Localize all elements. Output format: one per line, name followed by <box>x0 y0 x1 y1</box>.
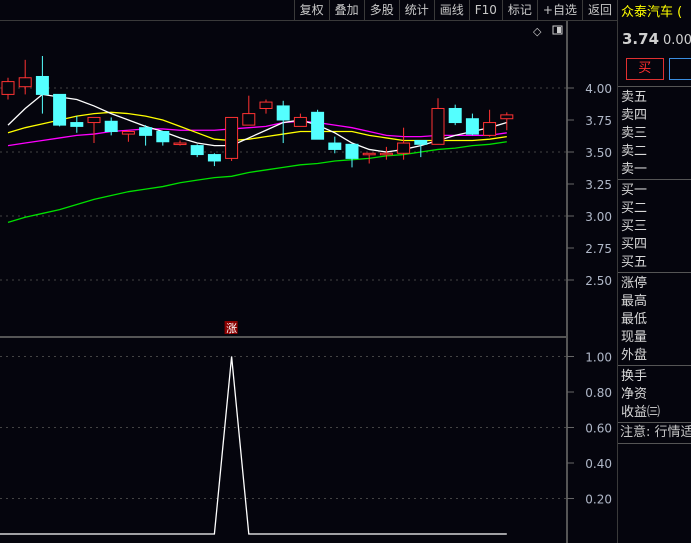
trade-buttons: 买 <box>618 54 691 86</box>
orderbook-label: 买五 <box>621 255 648 270</box>
signal-line <box>0 356 507 535</box>
orderbook-label: 买二 <box>621 201 648 216</box>
toolbar-button[interactable]: 叠加 <box>328 0 364 20</box>
toolbar-button[interactable]: 画线 <box>433 0 469 20</box>
candle-up <box>242 113 256 126</box>
quote-panel: 众泰汽车 ( 3.74 0.00 买 卖五 卖四 卖三 卖二 卖一 买一 买二 买三 买四 买五 … <box>617 0 691 543</box>
orderbook-label: 净资 <box>621 387 648 402</box>
y-tick-label: 1.00 <box>585 351 612 365</box>
y-tick-label: 3.75 <box>585 114 612 128</box>
orderbook-label: 卖一 <box>621 162 648 177</box>
candle-down <box>465 118 479 135</box>
candle-down <box>311 111 325 140</box>
stats-block-1: 涨停最高最低现量外盘 <box>618 272 691 365</box>
candle-down <box>156 131 170 143</box>
toolbar-button[interactable]: 返回 <box>581 0 617 20</box>
candle-down <box>345 143 359 159</box>
candle-down <box>414 139 428 145</box>
candle-down <box>104 120 118 133</box>
candle-down <box>276 105 290 121</box>
toolbar-button[interactable]: +自选 <box>536 0 582 20</box>
orderbook-label: 卖二 <box>621 144 648 159</box>
price-change: 0.00 <box>663 33 691 48</box>
orderbook-label: 卖三 <box>621 126 648 141</box>
candle-up <box>500 114 514 120</box>
y-tick-label: 0.60 <box>585 422 612 436</box>
candle-up <box>362 152 376 156</box>
y-tick-label: 2.50 <box>585 274 612 288</box>
candle-up <box>483 122 497 136</box>
notice-text: 注意: 行情适 <box>618 422 691 444</box>
y-tick-label: 0.20 <box>585 493 612 507</box>
buy-levels: 买一买二买三买四买五 <box>618 179 691 272</box>
kline-chart[interactable]: 4.00 3.75 3.50 3.25 3.00 2.75 2.50 1.00 0.80 0.60… <box>0 0 617 543</box>
orderbook-label: 买一 <box>621 183 648 198</box>
orderbook-label: 涨停 <box>621 276 648 291</box>
candle-down <box>207 154 221 162</box>
toolbar-button[interactable]: 复权 <box>293 0 329 20</box>
candle-up <box>1 81 15 95</box>
candle-down <box>53 93 67 126</box>
y-tick-label: 0.40 <box>585 457 612 471</box>
candle-up <box>293 116 307 127</box>
candle-down <box>328 142 342 150</box>
orderbook-label: 最高 <box>621 294 648 309</box>
stock-name[interactable]: 众泰汽车 ( <box>618 0 691 26</box>
candle-down <box>70 122 84 127</box>
y-tick-label: 2.75 <box>585 242 612 256</box>
candle-down <box>139 127 153 136</box>
candle-up <box>87 116 101 124</box>
toolbar-button[interactable]: 统计 <box>398 0 434 20</box>
y-tick-label: 3.00 <box>585 210 612 224</box>
sell-levels: 卖五卖四卖三卖二卖一 <box>618 86 691 179</box>
orderbook-label: 换手 <box>621 369 648 384</box>
y-tick-label: 0.80 <box>585 386 612 400</box>
candle-down <box>190 145 204 156</box>
y-tick-label: 3.25 <box>585 178 612 192</box>
y-tick-label: 4.00 <box>585 82 612 96</box>
orderbook-label: 卖四 <box>621 108 648 123</box>
toolbar-button[interactable]: 多股 <box>363 0 399 20</box>
orderbook-label: 收益㈢ <box>621 405 661 420</box>
candle-up <box>225 116 239 159</box>
toolbar-button[interactable]: F10 <box>468 0 502 20</box>
last-price: 3.74 <box>622 30 660 48</box>
stats-block-2: 换手 净资 收益㈢ <box>618 365 691 422</box>
orderbook-label: 买四 <box>621 237 648 252</box>
y-tick-label: 3.50 <box>585 146 612 160</box>
candle-up <box>121 131 135 135</box>
orderbook-label: 现量 <box>621 330 648 345</box>
buy-button[interactable]: 买 <box>626 58 664 80</box>
candle-down <box>35 75 49 95</box>
candle-up <box>173 142 187 146</box>
orderbook-label: 最低 <box>621 312 648 327</box>
candle-up <box>259 101 273 109</box>
toolbar-button[interactable]: 标记 <box>501 0 537 20</box>
sell-button[interactable] <box>668 58 691 80</box>
candle-down <box>448 107 462 124</box>
candle-up <box>397 142 411 154</box>
candle-up <box>379 152 393 156</box>
price-row: 3.74 0.00 <box>618 26 691 54</box>
orderbook-label: 卖五 <box>621 90 648 105</box>
candle-up <box>18 77 32 88</box>
limit-up-marker-label: 涨 <box>226 322 237 335</box>
candle-up <box>431 107 445 145</box>
orderbook-label: 买三 <box>621 219 648 234</box>
orderbook-label: 外盘 <box>621 348 648 363</box>
panel-toggle-icon-fill <box>557 27 561 33</box>
diamond-icon[interactable]: ◇ <box>533 25 542 38</box>
ma60-line <box>7 141 507 224</box>
toolbar: 复权 叠加 多股 统计 画线 F10 标记 +自选 返回 <box>0 0 617 21</box>
